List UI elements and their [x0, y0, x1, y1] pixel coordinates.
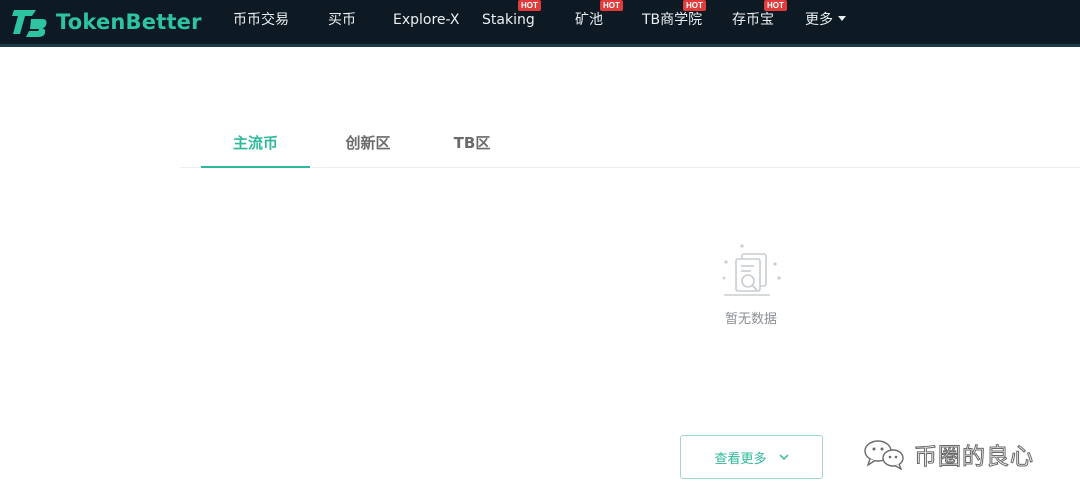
empty-state-text: 暂无数据	[724, 312, 777, 327]
hot-badge: HOT	[518, 0, 541, 11]
wechat-watermark: 币圈的良心	[862, 436, 1034, 472]
nav-item-label: 买币	[328, 12, 356, 28]
market-tabs: 主流币 创新区 TB区	[180, 120, 1080, 168]
caret-down-icon	[838, 15, 846, 21]
nav-item-mining-pool[interactable]: 矿池	[575, 0, 603, 44]
hot-badge: HOT	[683, 0, 706, 11]
top-navbar: TokenBetter 币币交易 买币 Explore-X Staking HO…	[0, 0, 1080, 44]
active-tab-indicator	[201, 166, 310, 168]
tokenbetter-logo-icon	[12, 10, 47, 37]
tab-innovation-zone[interactable]: 创新区	[324, 120, 412, 167]
tab-label: 创新区	[345, 134, 391, 152]
nav-item-label: TB商学院	[642, 12, 703, 28]
tab-label: TB区	[453, 134, 491, 152]
nav-item-label: 存币宝	[732, 12, 774, 28]
hot-badge: HOT	[600, 0, 623, 11]
wechat-icon	[864, 440, 904, 470]
hot-badge: HOT	[764, 0, 787, 11]
watermark-text: 币圈的良心	[914, 444, 1034, 471]
nav-item-label: Explore-X	[393, 12, 460, 28]
nav-item-more[interactable]: 更多	[805, 0, 846, 44]
tab-mainstream-coins[interactable]: 主流币	[201, 120, 310, 168]
nav-item-explore-x[interactable]: Explore-X	[393, 0, 459, 44]
brand-logo[interactable]: TokenBetter	[12, 6, 202, 38]
nav-item-buy-crypto[interactable]: 买币	[328, 0, 356, 44]
chevron-down-icon	[779, 454, 788, 460]
nav-item-label: Staking	[482, 12, 535, 28]
brand-name: TokenBetter	[56, 10, 202, 34]
view-more-label: 查看更多	[714, 451, 767, 467]
nav-item-label: 币币交易	[233, 12, 289, 28]
nav-item-spot-trading[interactable]: 币币交易	[233, 0, 289, 44]
empty-document-search-icon	[722, 244, 781, 296]
nav-item-label: 更多	[805, 12, 833, 28]
navbar-divider	[0, 44, 1080, 47]
nav-item-label: 矿池	[575, 12, 603, 28]
tab-tb-zone[interactable]: TB区	[430, 120, 514, 167]
tab-label: 主流币	[232, 134, 278, 152]
view-more-button[interactable]: 查看更多	[680, 435, 823, 479]
